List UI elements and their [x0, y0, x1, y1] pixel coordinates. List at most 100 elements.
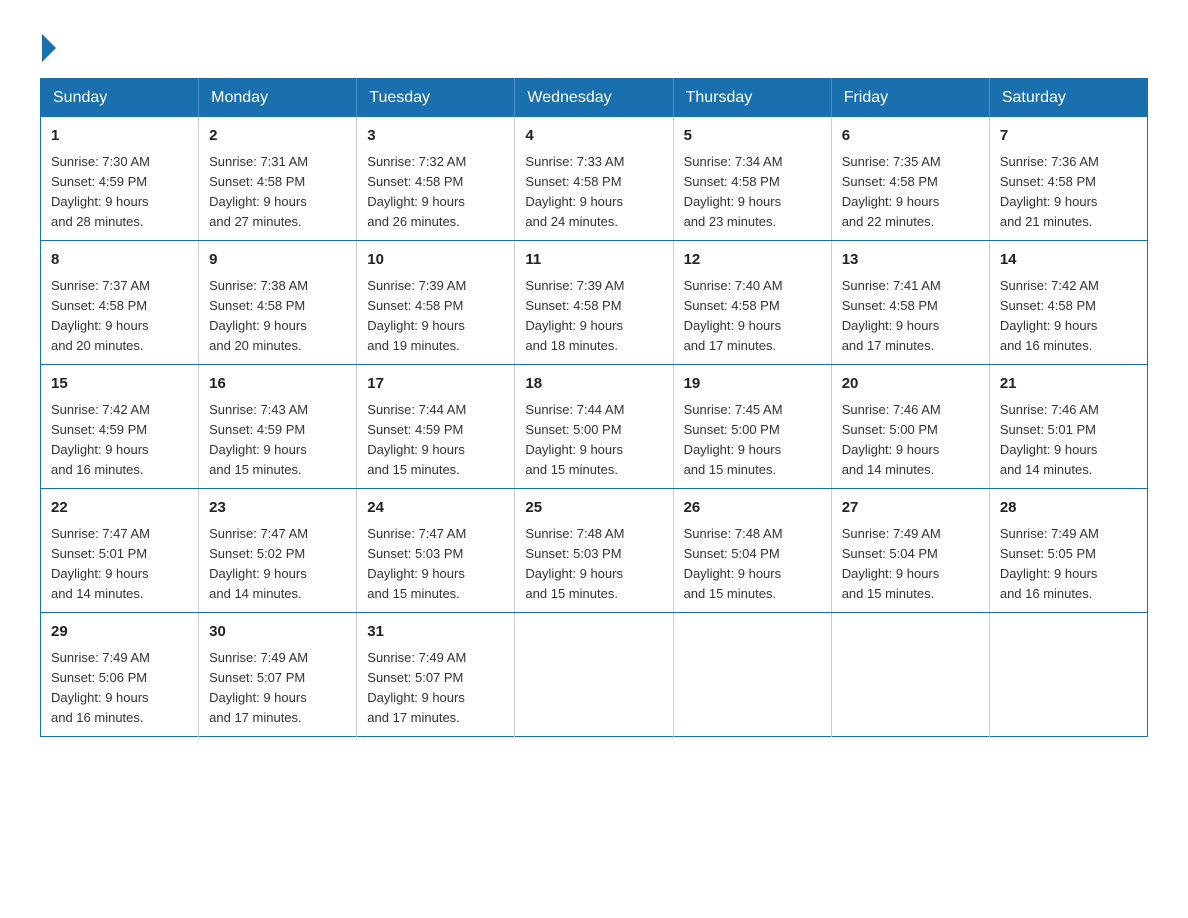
day-info: Sunrise: 7:44 AMSunset: 4:59 PMDaylight:…: [367, 402, 466, 477]
calendar-header-row: Sunday Monday Tuesday Wednesday Thursday…: [41, 79, 1148, 118]
day-info: Sunrise: 7:33 AMSunset: 4:58 PMDaylight:…: [525, 154, 624, 229]
calendar-day-cell: [515, 613, 673, 737]
day-number: 17: [367, 373, 504, 396]
calendar-day-cell: 23 Sunrise: 7:47 AMSunset: 5:02 PMDayligh…: [199, 489, 357, 613]
day-info: Sunrise: 7:42 AMSunset: 4:59 PMDaylight:…: [51, 402, 150, 477]
day-info: Sunrise: 7:49 AMSunset: 5:07 PMDaylight:…: [367, 650, 466, 725]
day-info: Sunrise: 7:30 AMSunset: 4:59 PMDaylight:…: [51, 154, 150, 229]
calendar-day-cell: 30 Sunrise: 7:49 AMSunset: 5:07 PMDayligh…: [199, 613, 357, 737]
day-info: Sunrise: 7:47 AMSunset: 5:03 PMDaylight:…: [367, 526, 466, 601]
calendar-day-cell: 17 Sunrise: 7:44 AMSunset: 4:59 PMDayligh…: [357, 365, 515, 489]
calendar-day-cell: 19Sunrise: 7:45 AMSunset: 5:00 PMDayligh…: [673, 365, 831, 489]
day-number: 22: [51, 497, 188, 520]
day-number: 14: [1000, 249, 1137, 272]
calendar-day-cell: [831, 613, 989, 737]
day-number: 20: [842, 373, 979, 396]
calendar-day-cell: 22 Sunrise: 7:47 AMSunset: 5:01 PMDayligh…: [41, 489, 199, 613]
day-info: Sunrise: 7:37 AMSunset: 4:58 PMDaylight:…: [51, 278, 150, 353]
day-number: 3: [367, 125, 504, 148]
day-info: Sunrise: 7:43 AMSunset: 4:59 PMDaylight:…: [209, 402, 308, 477]
day-number: 6: [842, 125, 979, 148]
calendar-day-cell: 24 Sunrise: 7:47 AMSunset: 5:03 PMDayligh…: [357, 489, 515, 613]
day-number: 16: [209, 373, 346, 396]
day-number: 29: [51, 621, 188, 644]
calendar-day-cell: 9 Sunrise: 7:38 AMSunset: 4:58 PMDaylight…: [199, 241, 357, 365]
calendar-day-cell: [673, 613, 831, 737]
calendar-day-cell: 3 Sunrise: 7:32 AMSunset: 4:58 PMDaylight…: [357, 117, 515, 241]
day-number: 7: [1000, 125, 1137, 148]
calendar-day-cell: 5 Sunrise: 7:34 AMSunset: 4:58 PMDaylight…: [673, 117, 831, 241]
page-header: [40, 30, 1148, 58]
header-sunday: Sunday: [41, 79, 199, 118]
day-number: 15: [51, 373, 188, 396]
calendar-day-cell: 8 Sunrise: 7:37 AMSunset: 4:58 PMDaylight…: [41, 241, 199, 365]
calendar-day-cell: 16 Sunrise: 7:43 AMSunset: 4:59 PMDayligh…: [199, 365, 357, 489]
day-info: Sunrise: 7:44 AMSunset: 5:00 PMDaylight:…: [525, 402, 624, 477]
day-info: Sunrise: 7:49 AMSunset: 5:06 PMDaylight:…: [51, 650, 150, 725]
day-number: 26: [684, 497, 821, 520]
calendar-day-cell: 31 Sunrise: 7:49 AMSunset: 5:07 PMDayligh…: [357, 613, 515, 737]
day-number: 12: [684, 249, 821, 272]
day-number: 9: [209, 249, 346, 272]
calendar-week-row: 22 Sunrise: 7:47 AMSunset: 5:01 PMDayligh…: [41, 489, 1148, 613]
day-number: 1: [51, 125, 188, 148]
day-info: Sunrise: 7:39 AMSunset: 4:58 PMDaylight:…: [525, 278, 624, 353]
calendar-week-row: 1 Sunrise: 7:30 AMSunset: 4:59 PMDaylight…: [41, 117, 1148, 241]
calendar-day-cell: 7 Sunrise: 7:36 AMSunset: 4:58 PMDaylight…: [989, 117, 1147, 241]
day-number: 4: [525, 125, 662, 148]
calendar-day-cell: 12 Sunrise: 7:40 AMSunset: 4:58 PMDayligh…: [673, 241, 831, 365]
calendar-day-cell: 15 Sunrise: 7:42 AMSunset: 4:59 PMDayligh…: [41, 365, 199, 489]
day-number: 31: [367, 621, 504, 644]
day-number: 23: [209, 497, 346, 520]
day-info: Sunrise: 7:42 AMSunset: 4:58 PMDaylight:…: [1000, 278, 1099, 353]
day-info: Sunrise: 7:39 AMSunset: 4:58 PMDaylight:…: [367, 278, 466, 353]
day-info: Sunrise: 7:46 AMSunset: 5:01 PMDaylight:…: [1000, 402, 1099, 477]
day-info: Sunrise: 7:32 AMSunset: 4:58 PMDaylight:…: [367, 154, 466, 229]
day-info: Sunrise: 7:31 AMSunset: 4:58 PMDaylight:…: [209, 154, 308, 229]
header-monday: Monday: [199, 79, 357, 118]
calendar-day-cell: 20Sunrise: 7:46 AMSunset: 5:00 PMDayligh…: [831, 365, 989, 489]
day-info: Sunrise: 7:40 AMSunset: 4:58 PMDaylight:…: [684, 278, 783, 353]
calendar-table: Sunday Monday Tuesday Wednesday Thursday…: [40, 78, 1148, 737]
day-info: Sunrise: 7:35 AMSunset: 4:58 PMDaylight:…: [842, 154, 941, 229]
calendar-day-cell: 4 Sunrise: 7:33 AMSunset: 4:58 PMDaylight…: [515, 117, 673, 241]
calendar-day-cell: 26 Sunrise: 7:48 AMSunset: 5:04 PMDayligh…: [673, 489, 831, 613]
day-info: Sunrise: 7:34 AMSunset: 4:58 PMDaylight:…: [684, 154, 783, 229]
calendar-day-cell: 29 Sunrise: 7:49 AMSunset: 5:06 PMDayligh…: [41, 613, 199, 737]
header-friday: Friday: [831, 79, 989, 118]
day-info: Sunrise: 7:48 AMSunset: 5:04 PMDaylight:…: [684, 526, 783, 601]
calendar-day-cell: 13 Sunrise: 7:41 AMSunset: 4:58 PMDayligh…: [831, 241, 989, 365]
day-number: 2: [209, 125, 346, 148]
header-saturday: Saturday: [989, 79, 1147, 118]
header-thursday: Thursday: [673, 79, 831, 118]
day-number: 21: [1000, 373, 1137, 396]
calendar-day-cell: 25Sunrise: 7:48 AMSunset: 5:03 PMDayligh…: [515, 489, 673, 613]
day-number: 18: [525, 373, 662, 396]
header-tuesday: Tuesday: [357, 79, 515, 118]
calendar-day-cell: 10 Sunrise: 7:39 AMSunset: 4:58 PMDayligh…: [357, 241, 515, 365]
day-info: Sunrise: 7:47 AMSunset: 5:01 PMDaylight:…: [51, 526, 150, 601]
day-info: Sunrise: 7:49 AMSunset: 5:04 PMDaylight:…: [842, 526, 941, 601]
day-info: Sunrise: 7:38 AMSunset: 4:58 PMDaylight:…: [209, 278, 308, 353]
day-number: 13: [842, 249, 979, 272]
calendar-day-cell: 21 Sunrise: 7:46 AMSunset: 5:01 PMDayligh…: [989, 365, 1147, 489]
calendar-day-cell: 27 Sunrise: 7:49 AMSunset: 5:04 PMDayligh…: [831, 489, 989, 613]
day-number: 11: [525, 249, 662, 272]
day-number: 19: [684, 373, 821, 396]
day-number: 8: [51, 249, 188, 272]
day-number: 24: [367, 497, 504, 520]
calendar-week-row: 8 Sunrise: 7:37 AMSunset: 4:58 PMDaylight…: [41, 241, 1148, 365]
calendar-day-cell: 11 Sunrise: 7:39 AMSunset: 4:58 PMDayligh…: [515, 241, 673, 365]
day-number: 5: [684, 125, 821, 148]
day-info: Sunrise: 7:49 AMSunset: 5:05 PMDaylight:…: [1000, 526, 1099, 601]
day-info: Sunrise: 7:47 AMSunset: 5:02 PMDaylight:…: [209, 526, 308, 601]
day-info: Sunrise: 7:41 AMSunset: 4:58 PMDaylight:…: [842, 278, 941, 353]
calendar-week-row: 15 Sunrise: 7:42 AMSunset: 4:59 PMDayligh…: [41, 365, 1148, 489]
calendar-day-cell: [989, 613, 1147, 737]
day-number: 27: [842, 497, 979, 520]
calendar-day-cell: 28Sunrise: 7:49 AMSunset: 5:05 PMDayligh…: [989, 489, 1147, 613]
day-info: Sunrise: 7:36 AMSunset: 4:58 PMDaylight:…: [1000, 154, 1099, 229]
day-number: 30: [209, 621, 346, 644]
day-number: 10: [367, 249, 504, 272]
day-info: Sunrise: 7:49 AMSunset: 5:07 PMDaylight:…: [209, 650, 308, 725]
